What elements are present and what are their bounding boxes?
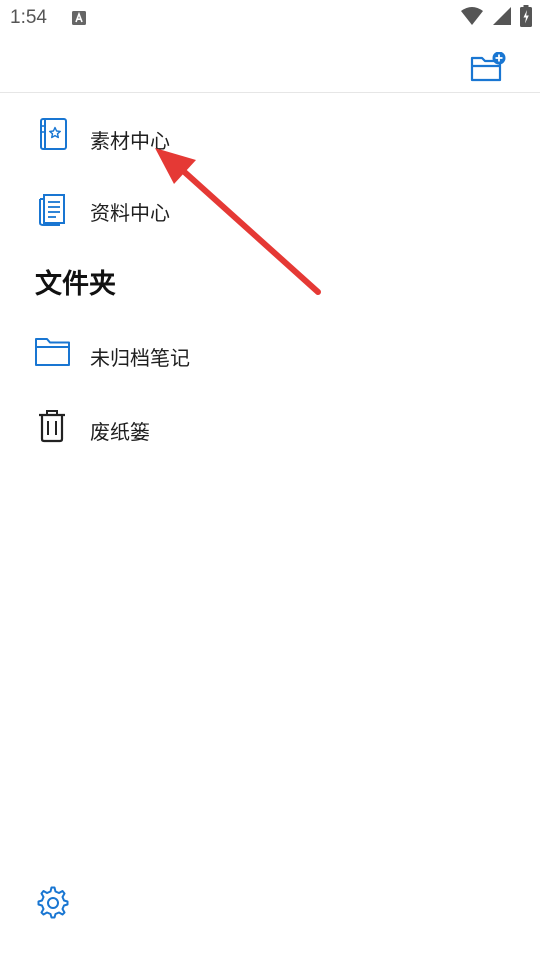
status-bar: 1:54 — [0, 0, 540, 36]
settings-button[interactable] — [36, 886, 70, 920]
wifi-icon — [460, 6, 484, 30]
folder-item-label: 废纸篓 — [90, 420, 150, 444]
trash-icon — [34, 408, 72, 446]
status-time: 1:54 — [10, 7, 47, 28]
top-toolbar — [0, 36, 540, 93]
battery-charging-icon — [520, 5, 532, 31]
folder-add-icon — [470, 51, 508, 88]
folder-item-trash[interactable]: 废纸篓 — [0, 396, 540, 456]
document-stack-icon — [34, 190, 72, 228]
menu-item-label: 资料中心 — [90, 201, 170, 225]
menu-item-label: 素材中心 — [90, 129, 170, 153]
folder-item-unfiled-notes[interactable]: 未归档笔记 — [0, 322, 540, 382]
menu-item-material-center[interactable]: 素材中心 — [0, 106, 540, 166]
status-icons — [460, 5, 532, 31]
new-folder-button[interactable] — [470, 51, 506, 82]
folder-icon — [34, 334, 72, 372]
a-notification-icon — [72, 10, 86, 25]
folder-item-label: 未归档笔记 — [90, 346, 190, 370]
material-book-star-icon — [34, 116, 72, 154]
menu-item-resource-center[interactable]: 资料中心 — [0, 178, 540, 238]
gear-icon — [36, 886, 70, 924]
signal-icon — [492, 6, 512, 30]
folders-section-title: 文件夹 — [35, 269, 116, 300]
